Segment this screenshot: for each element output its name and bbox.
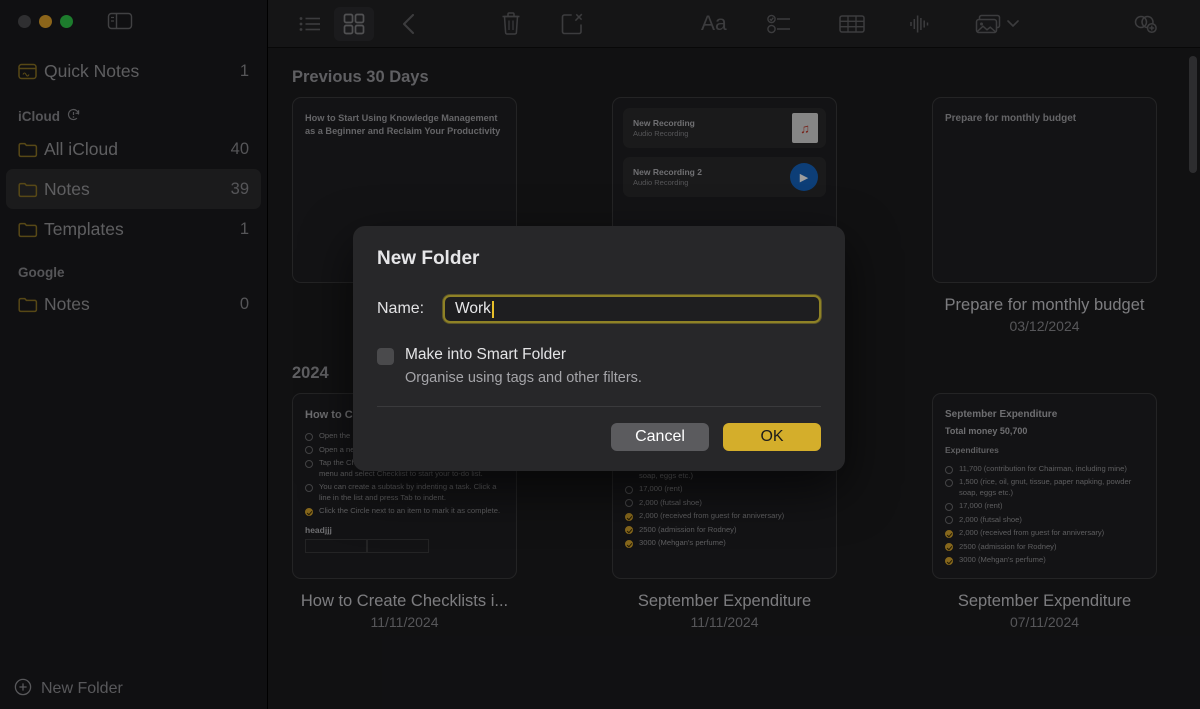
smart-folder-label: Make into Smart Folder — [405, 346, 567, 363]
dialog-divider — [377, 406, 821, 407]
dialog-title: New Folder — [377, 248, 480, 269]
text-caret — [491, 300, 494, 318]
folder-name-input[interactable]: Work — [443, 295, 821, 323]
smart-folder-row[interactable]: Make into Smart Folder Organise using ta… — [377, 346, 821, 386]
cancel-button[interactable]: Cancel — [611, 423, 709, 451]
name-row: Name: Work — [377, 295, 821, 323]
folder-name-value: Work — [455, 300, 491, 317]
smart-folder-description: Organise using tags and other filters. — [405, 370, 642, 386]
new-folder-dialog: New Folder Name: Work Make into Smart Fo… — [353, 226, 845, 471]
ok-button[interactable]: OK — [723, 423, 821, 451]
dialog-buttons: Cancel OK — [377, 423, 821, 451]
notes-app-window: Quick Notes 1 iCloud All iCloud 40 Notes… — [0, 0, 1200, 709]
name-label: Name: — [377, 300, 425, 317]
smart-folder-checkbox[interactable] — [377, 348, 394, 365]
